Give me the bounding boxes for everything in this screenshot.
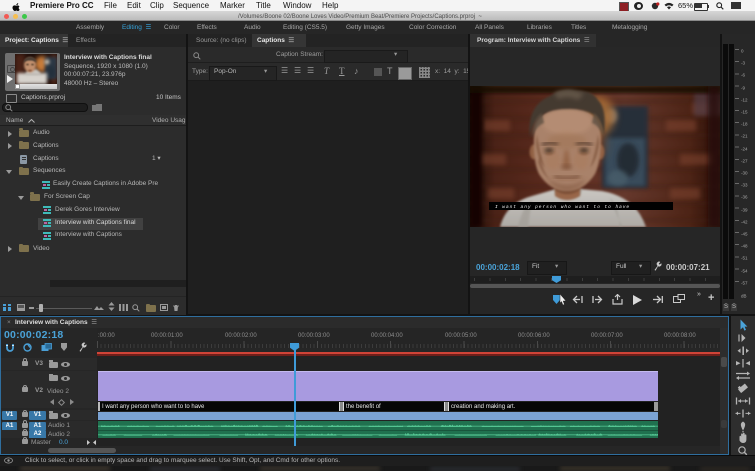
svg-text:I want any person who want to: I want any person who want to to have — [495, 204, 630, 210]
